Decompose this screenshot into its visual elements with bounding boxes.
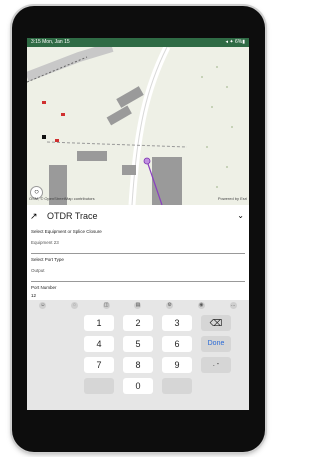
map-powered-by: Powered by Esri [217,196,247,201]
port-type-field[interactable]: Select Port Type Output [31,257,245,282]
port-number-input[interactable]: 12 [31,293,245,298]
gif-icon[interactable]: ◫ [102,302,110,309]
port-type-label: Select Port Type [31,257,64,262]
sticker-icon[interactable]: ◌ [71,302,79,309]
status-bar: 3:15 Mon, Jan 15 ◂ ✦ 6%▮ [27,38,249,47]
key-6[interactable]: 6 [162,336,192,352]
map-attribution: OSM, © OpenStreetMap contributors [29,196,95,201]
key-0[interactable]: 0 [123,378,153,394]
port-type-value[interactable]: Output [31,268,245,273]
key-4[interactable]: 4 [84,336,114,352]
key-9[interactable]: 9 [162,357,192,373]
equipment-value[interactable]: Equipment 23 [31,240,245,245]
equipment-underline [31,253,245,254]
key-8[interactable]: 8 [123,357,153,373]
key-1[interactable]: 1 [84,315,114,331]
panel-header[interactable]: ↗ OTDR Trace ⌄ [27,208,249,224]
numeric-keyboard: ☺ ◌ ◫ ▤ ⚙ ◉ … 1 2 3 ⌫ 4 5 6 Done 7 8 9 .… [27,300,249,410]
port-number-field[interactable]: Port Number 12 [31,285,245,306]
punct-key[interactable]: . - [201,357,231,373]
key-5[interactable]: 5 [123,336,153,352]
port-number-label: Port Number [31,285,57,290]
more-icon[interactable]: … [229,302,237,309]
key-3[interactable]: 3 [162,315,192,331]
map-svg [27,47,249,205]
equipment-label: Select Equipment or Splice Closure [31,229,102,234]
key-7[interactable]: 7 [84,357,114,373]
trace-icon: ↗ [30,211,38,221]
screen: 3:15 Mon, Jan 15 ◂ ✦ 6%▮ ○ OSM, © OpenSt… [27,38,249,410]
emoji-icon[interactable]: ☺ [39,302,47,309]
keyboard-toolbar: ☺ ◌ ◫ ▤ ⚙ ◉ … [27,300,249,311]
settings-icon[interactable]: ⚙ [166,302,174,309]
status-icons: ◂ ✦ 6%▮ [225,39,245,45]
panel-title: OTDR Trace [47,211,98,221]
backspace-key[interactable]: ⌫ [201,315,231,331]
clipboard-icon[interactable]: ▤ [134,302,142,309]
done-key[interactable]: Done [201,336,231,352]
equipment-field[interactable]: Select Equipment or Splice Closure Equip… [31,229,245,254]
blank-right-key[interactable] [162,378,192,394]
chevron-down-icon[interactable]: ⌄ [237,211,244,220]
key-2[interactable]: 2 [123,315,153,331]
map-view[interactable]: ○ [27,47,249,205]
port-type-underline [31,281,245,282]
blank-left-key[interactable] [84,378,114,394]
palette-icon[interactable]: ◉ [197,302,205,309]
status-time: 3:15 Mon, Jan 15 [31,39,70,45]
